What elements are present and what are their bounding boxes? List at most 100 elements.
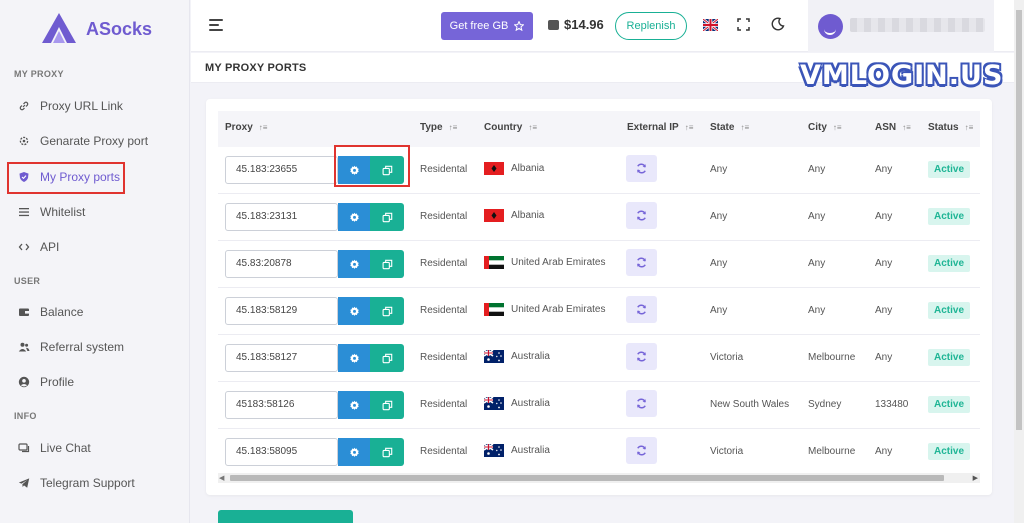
add-proxy-button[interactable]: [218, 510, 353, 523]
refresh-external-ip-button[interactable]: [626, 155, 657, 182]
copy-proxy-button[interactable]: [370, 250, 404, 278]
sidebar-item-referral-system[interactable]: Referral system: [0, 330, 190, 364]
brand-logo[interactable]: ASocks: [40, 12, 152, 46]
gear-icon: [349, 259, 359, 269]
sidebar-item-label: Balance: [40, 305, 84, 319]
country-cell: United Arab Emirates: [484, 303, 606, 316]
refresh-icon: [637, 445, 646, 456]
vertical-scrollbar[interactable]: [1014, 0, 1024, 523]
sort-icon[interactable]: ↑≡: [740, 123, 749, 132]
sidebar: ASocks MY PROXY Proxy URL Link Genarate …: [0, 0, 190, 523]
proxy-settings-button[interactable]: [338, 250, 370, 278]
sidebar-item-label: Whitelist: [40, 205, 86, 219]
status-badge: Active: [928, 302, 971, 319]
proxy-address-field[interactable]: 45.83:20878: [225, 250, 338, 278]
type-cell: Residental: [420, 399, 468, 410]
scrollbar-thumb[interactable]: [1016, 10, 1022, 430]
scrollbar-thumb[interactable]: [230, 475, 944, 481]
dark-mode-moon-icon[interactable]: [771, 17, 785, 31]
proxy-ports-table: Proxy ↑≡ Type ↑≡ Country ↑≡ External IP ↑≡ S…: [218, 111, 980, 485]
scroll-left-arrow-icon[interactable]: ◀: [219, 474, 224, 482]
column-header-country[interactable]: Country ↑≡: [484, 122, 537, 133]
refresh-external-ip-button[interactable]: [626, 437, 657, 464]
proxy-settings-button[interactable]: [338, 391, 370, 419]
refresh-external-ip-button[interactable]: [626, 390, 657, 417]
copy-proxy-button[interactable]: [370, 203, 404, 231]
refresh-external-ip-button[interactable]: [626, 343, 657, 370]
get-free-gb-button[interactable]: Get free GB: [441, 12, 533, 40]
proxy-address-field[interactable]: 45183:58126: [225, 391, 338, 419]
fullscreen-icon[interactable]: [737, 18, 750, 31]
sidebar-item-profile[interactable]: Profile: [0, 365, 190, 399]
table-row: 45183:58126 Residental Australia New Sou…: [218, 382, 980, 429]
code-icon: [18, 241, 30, 253]
column-header-state[interactable]: State ↑≡: [710, 122, 749, 133]
refresh-external-ip-button[interactable]: [626, 202, 657, 229]
star-icon: [514, 21, 525, 31]
column-header-proxy[interactable]: Proxy ↑≡: [225, 122, 267, 133]
type-cell: Residental: [420, 211, 468, 222]
column-header-city[interactable]: City ↑≡: [808, 122, 842, 133]
city-cell: Melbourne: [808, 446, 856, 457]
copy-proxy-button[interactable]: [370, 344, 404, 372]
column-header-type[interactable]: Type ↑≡: [420, 122, 457, 133]
user-menu[interactable]: [808, 0, 994, 52]
horizontal-scrollbar[interactable]: ◀ ▶: [218, 473, 980, 483]
gear-icon: [349, 306, 359, 316]
proxy-address-field[interactable]: 45.183:58127: [225, 344, 338, 372]
refresh-external-ip-button[interactable]: [626, 249, 657, 276]
sort-icon[interactable]: ↑≡: [259, 123, 268, 132]
sidebar-item-label: Proxy URL Link: [40, 99, 123, 113]
scroll-right-arrow-icon[interactable]: ▶: [973, 474, 978, 482]
sidebar-item-telegram-support[interactable]: Telegram Support: [0, 466, 190, 500]
sidebar-item-whitelist[interactable]: Whitelist: [0, 195, 190, 229]
menu-toggle-icon[interactable]: [209, 19, 223, 31]
chat-icon: [18, 442, 30, 454]
copy-icon: [382, 259, 392, 269]
uk-flag-icon[interactable]: [703, 19, 718, 31]
country-cell: Albania: [484, 162, 544, 175]
proxy-settings-button[interactable]: [338, 297, 370, 325]
status-badge: Active: [928, 255, 971, 272]
sidebar-item-api[interactable]: API: [0, 230, 190, 264]
sort-icon[interactable]: ↑≡: [685, 123, 694, 132]
column-header-status[interactable]: Status ↑≡: [928, 122, 973, 133]
refresh-external-ip-button[interactable]: [626, 296, 657, 323]
page-title: MY PROXY PORTS: [205, 62, 307, 74]
gear-icon: [18, 135, 30, 147]
proxy-settings-button[interactable]: [338, 438, 370, 466]
wallet-icon: [18, 306, 30, 318]
status-badge: Active: [928, 208, 971, 225]
sort-icon[interactable]: ↑≡: [965, 123, 974, 132]
sidebar-item-proxy-url-link[interactable]: Proxy URL Link: [0, 89, 190, 123]
proxy-settings-button[interactable]: [338, 203, 370, 231]
refresh-icon: [637, 210, 646, 221]
city-cell: Sydney: [808, 399, 842, 410]
proxy-address-field[interactable]: 45.183:58129: [225, 297, 338, 325]
sidebar-item-generate-proxy-port[interactable]: Genarate Proxy port: [0, 124, 190, 158]
copy-proxy-button[interactable]: [370, 438, 404, 466]
gear-icon: [349, 353, 359, 363]
sidebar-item-balance[interactable]: Balance: [0, 295, 190, 329]
city-cell: Any: [808, 211, 826, 222]
sort-icon[interactable]: ↑≡: [833, 123, 842, 132]
sidebar-item-live-chat[interactable]: Live Chat: [0, 431, 190, 465]
column-header-asn[interactable]: ASN ↑≡: [875, 122, 911, 133]
balance-amount: $14.96: [564, 17, 604, 32]
proxy-address-field[interactable]: 45.183:58095: [225, 438, 338, 466]
country-cell: Australia: [484, 444, 550, 457]
replenish-button[interactable]: Replenish: [615, 12, 687, 40]
avatar: [818, 14, 843, 39]
copy-proxy-button[interactable]: [370, 297, 404, 325]
country-flag-icon: [484, 162, 504, 175]
proxy-address-field[interactable]: 45.183:23655: [225, 156, 338, 184]
sort-icon[interactable]: ↑≡: [528, 123, 537, 132]
proxy-settings-button[interactable]: [338, 344, 370, 372]
column-header-external-ip[interactable]: External IP ↑≡: [627, 122, 693, 133]
sort-icon[interactable]: ↑≡: [902, 123, 911, 132]
asn-cell: Any: [875, 305, 893, 316]
copy-proxy-button[interactable]: [370, 391, 404, 419]
sort-icon[interactable]: ↑≡: [449, 123, 458, 132]
sidebar-item-label: Live Chat: [40, 441, 91, 455]
proxy-address-field[interactable]: 45.183:23131: [225, 203, 338, 231]
